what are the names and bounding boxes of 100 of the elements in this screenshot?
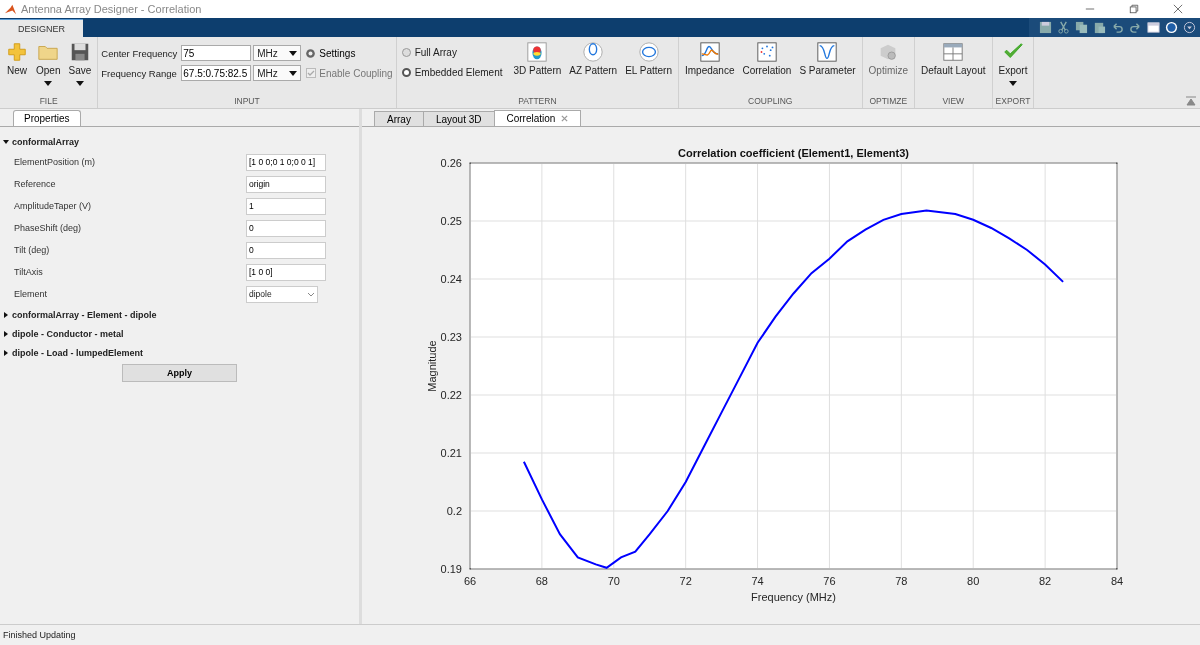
toolstrip-button[interactable]: EL Pattern [622, 39, 675, 78]
x-tick-label: 70 [607, 575, 620, 587]
toolstrip-button[interactable]: Correlation [739, 39, 795, 78]
y-tick-label: 0.21 [440, 447, 462, 459]
expand-triangle-icon[interactable] [3, 349, 9, 356]
tree-node[interactable]: dipole - Load - lumpedElement [12, 347, 143, 358]
radio-button[interactable]: Embedded Element [401, 67, 503, 78]
toolstrip-button[interactable]: Export [995, 39, 1031, 88]
caret-icon [289, 50, 298, 56]
property-label: PhaseShift (deg) [13, 223, 83, 233]
property-field[interactable]: 0 [246, 219, 326, 237]
polar-plot-icon [637, 41, 660, 63]
line-plot-icon [698, 41, 721, 63]
property-label: Reference [13, 179, 57, 189]
window-layout-icon[interactable] [1147, 21, 1160, 34]
unit-dropdown[interactable]: MHz [253, 45, 302, 61]
tree-node[interactable]: conformalArray - Element - dipole [12, 309, 157, 320]
section-label: VIEW [941, 96, 966, 108]
redo-icon[interactable] [1129, 21, 1142, 34]
ribbon-tab[interactable]: DESIGNER [0, 19, 83, 37]
y-tick-label: 0.2 [446, 505, 462, 517]
section-label: EXPORT [995, 96, 1031, 108]
paste-icon[interactable] [1093, 21, 1106, 34]
copy-icon[interactable] [1075, 21, 1088, 34]
plus-icon [6, 41, 28, 63]
status-text: Finished Updating [3, 630, 76, 640]
center-frequency-field[interactable]: 75 [181, 45, 252, 61]
toolstrip-button[interactable]: S Parameter [796, 39, 859, 78]
x-tick-label: 66 [463, 575, 477, 587]
property-dropdown[interactable]: dipole [246, 285, 318, 303]
x-tick-label: 72 [679, 575, 692, 587]
document-tab[interactable]: Correlation [493, 110, 582, 126]
toolstrip-button[interactable]: Open [33, 39, 64, 88]
section-label: INPUT [233, 96, 261, 108]
undo-icon[interactable] [1111, 21, 1124, 34]
dropdown-icon[interactable] [1183, 21, 1196, 34]
expand-triangle-icon[interactable] [3, 311, 9, 318]
toolstrip-button[interactable]: New [3, 39, 31, 78]
document-tab[interactable]: Layout 3D [422, 111, 495, 126]
property-label: Element [13, 289, 49, 299]
field-label: Center Frequency [101, 47, 179, 59]
restore-icon[interactable] [1129, 4, 1139, 14]
property-field[interactable]: [1 0 0;0 1 0;0 0 1] [246, 153, 326, 171]
x-tick-label: 80 [967, 575, 980, 587]
tree-node[interactable]: conformalArray [12, 136, 80, 147]
document-tab[interactable]: Array [374, 111, 424, 126]
section-label: COUPLING [747, 96, 794, 108]
y-tick-label: 0.25 [440, 215, 462, 227]
caret-icon [1008, 81, 1017, 86]
x-tick-label: 68 [535, 575, 548, 587]
toolstrip-button[interactable]: 3D Pattern [510, 39, 565, 78]
scatter-plot-icon [755, 41, 778, 63]
toolstrip-button[interactable]: AZ Pattern [566, 39, 621, 78]
chevron-icon [307, 291, 315, 297]
caret-icon [75, 81, 84, 86]
properties-tab[interactable]: Properties [13, 110, 81, 126]
caret-icon [289, 70, 298, 76]
y-tick-label: 0.22 [440, 389, 462, 401]
x-tick-label: 74 [751, 575, 764, 587]
section-label: PATTERN [517, 96, 558, 108]
expand-triangle-icon[interactable] [3, 138, 9, 145]
property-field[interactable]: [1 0 0] [246, 263, 326, 281]
section-label: OPTIMZE [868, 96, 909, 108]
unit-dropdown[interactable]: MHz [253, 65, 302, 81]
section-label: FILE [38, 96, 59, 108]
toolstrip-button[interactable]: Save [65, 39, 95, 88]
toolstrip-button[interactable]: Impedance [682, 39, 738, 78]
close-icon[interactable] [561, 115, 569, 122]
property-label: Tilt (deg) [13, 245, 51, 255]
expand-triangle-icon[interactable] [3, 330, 9, 337]
property-label: ElementPosition (m) [13, 157, 97, 167]
cut-icon[interactable] [1057, 21, 1070, 34]
property-field[interactable]: 1 [246, 197, 326, 215]
tree-node[interactable]: dipole - Conductor - metal [12, 328, 124, 339]
notch-plot-icon [816, 41, 839, 63]
property-field[interactable]: 0 [246, 241, 326, 259]
settings-button[interactable]: Settings [303, 47, 358, 59]
chart-title: Correlation coefficient (Element1, Element3) [677, 147, 910, 159]
apply-button[interactable]: Apply [122, 364, 237, 382]
y-tick-label: 0.24 [440, 273, 462, 285]
property-field[interactable]: origin [246, 175, 326, 193]
y-tick-label: 0.26 [440, 157, 462, 169]
gear-icon [305, 47, 317, 59]
help-icon[interactable] [1165, 21, 1178, 34]
frequency-range-field[interactable]: 67.5:0.75:82.5 [181, 65, 252, 81]
3d-pattern-icon [526, 41, 549, 63]
x-axis-label: Frequency (MHz) [751, 591, 836, 603]
y-axis-label: Magnitude [426, 340, 438, 392]
collapse-icon[interactable] [1186, 96, 1196, 106]
property-label: TiltAxis [13, 267, 44, 277]
x-tick-label: 84 [1110, 575, 1124, 587]
close-icon[interactable] [1173, 4, 1183, 14]
window-title: Antenna Array Designer - Correlation [21, 3, 202, 15]
toolstrip-button[interactable]: Default Layout [918, 39, 989, 78]
grid-layout-icon [942, 41, 965, 63]
x-tick-label: 76 [823, 575, 836, 587]
y-tick-label: 0.23 [440, 331, 462, 343]
save-icon[interactable] [1039, 21, 1052, 34]
polar-plot-icon [582, 41, 605, 63]
radio-button[interactable]: Full Array [401, 47, 503, 58]
